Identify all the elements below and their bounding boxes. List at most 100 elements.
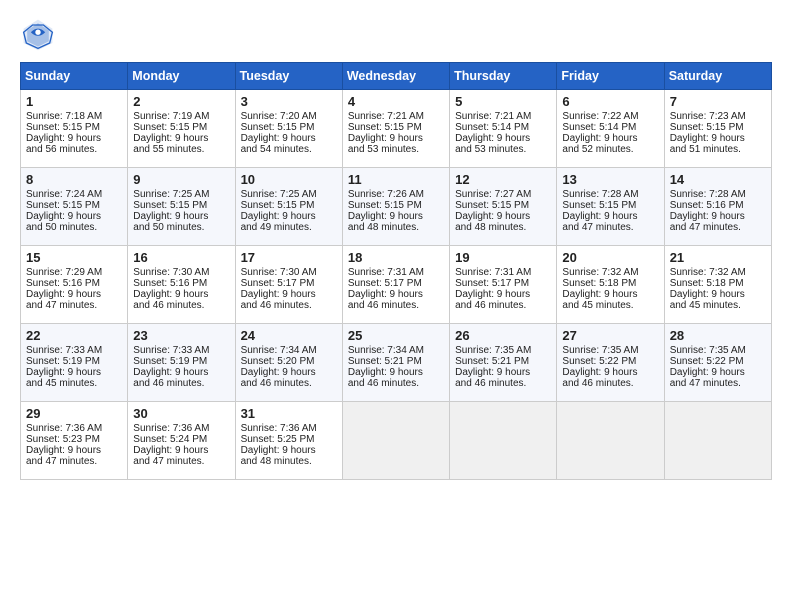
calendar-cell: 4Sunrise: 7:21 AMSunset: 5:15 PMDaylight… (342, 90, 449, 168)
calendar-cell: 22Sunrise: 7:33 AMSunset: 5:19 PMDayligh… (21, 324, 128, 402)
day-info: Sunset: 5:15 PM (562, 200, 658, 211)
day-info: Sunrise: 7:34 AM (241, 345, 337, 356)
day-info: and 45 minutes. (26, 378, 122, 389)
day-number: 17 (241, 250, 337, 265)
day-number: 23 (133, 328, 229, 343)
day-number: 16 (133, 250, 229, 265)
day-number: 27 (562, 328, 658, 343)
day-info: Sunset: 5:16 PM (26, 278, 122, 289)
day-info: Sunset: 5:15 PM (241, 122, 337, 133)
logo (20, 16, 62, 52)
day-info: Sunset: 5:22 PM (670, 356, 766, 367)
column-header-wednesday: Wednesday (342, 63, 449, 90)
day-info: Sunset: 5:17 PM (348, 278, 444, 289)
calendar-cell: 17Sunrise: 7:30 AMSunset: 5:17 PMDayligh… (235, 246, 342, 324)
day-info: and 48 minutes. (455, 222, 551, 233)
calendar-cell: 14Sunrise: 7:28 AMSunset: 5:16 PMDayligh… (664, 168, 771, 246)
day-info: Sunrise: 7:26 AM (348, 189, 444, 200)
day-info: and 48 minutes. (241, 456, 337, 467)
day-info: Sunrise: 7:23 AM (670, 111, 766, 122)
day-info: Sunset: 5:20 PM (241, 356, 337, 367)
day-info: Daylight: 9 hours (455, 211, 551, 222)
day-info: Daylight: 9 hours (562, 289, 658, 300)
day-info: Daylight: 9 hours (26, 367, 122, 378)
day-info: Daylight: 9 hours (455, 367, 551, 378)
day-info: Daylight: 9 hours (455, 289, 551, 300)
day-info: and 46 minutes. (348, 378, 444, 389)
day-info: Sunset: 5:15 PM (241, 200, 337, 211)
day-number: 1 (26, 94, 122, 109)
day-number: 2 (133, 94, 229, 109)
day-info: and 47 minutes. (133, 456, 229, 467)
day-info: and 45 minutes. (670, 300, 766, 311)
day-info: and 47 minutes. (670, 378, 766, 389)
day-number: 5 (455, 94, 551, 109)
day-info: and 46 minutes. (241, 300, 337, 311)
column-header-monday: Monday (128, 63, 235, 90)
day-number: 6 (562, 94, 658, 109)
calendar-cell (450, 402, 557, 480)
day-number: 14 (670, 172, 766, 187)
day-info: Sunrise: 7:34 AM (348, 345, 444, 356)
day-info: and 45 minutes. (562, 300, 658, 311)
calendar-cell: 2Sunrise: 7:19 AMSunset: 5:15 PMDaylight… (128, 90, 235, 168)
day-info: Sunrise: 7:18 AM (26, 111, 122, 122)
day-info: Sunset: 5:15 PM (133, 122, 229, 133)
day-number: 29 (26, 406, 122, 421)
week-row-5: 29 Sunrise: 7:36 AM Sunset: 5:23 PM Dayligh… (21, 402, 772, 480)
day-info: Daylight: 9 hours (133, 445, 229, 456)
day-number: 30 (133, 406, 229, 421)
day-info: and 55 minutes. (133, 144, 229, 155)
column-header-sunday: Sunday (21, 63, 128, 90)
calendar-cell: 13Sunrise: 7:28 AMSunset: 5:15 PMDayligh… (557, 168, 664, 246)
day-info: Daylight: 9 hours (348, 133, 444, 144)
day-info: Sunset: 5:19 PM (133, 356, 229, 367)
day-info: Daylight: 9 hours (348, 289, 444, 300)
day-info: Sunrise: 7:25 AM (241, 189, 337, 200)
calendar-header-row: SundayMondayTuesdayWednesdayThursdayFrid… (21, 63, 772, 90)
day-info: and 53 minutes. (455, 144, 551, 155)
calendar-cell: 6Sunrise: 7:22 AMSunset: 5:14 PMDaylight… (557, 90, 664, 168)
day-info: Daylight: 9 hours (133, 289, 229, 300)
day-info: and 46 minutes. (241, 378, 337, 389)
day-info: and 46 minutes. (133, 300, 229, 311)
day-number: 8 (26, 172, 122, 187)
calendar-cell: 30Sunrise: 7:36 AMSunset: 5:24 PMDayligh… (128, 402, 235, 480)
day-number: 25 (348, 328, 444, 343)
day-info: Daylight: 9 hours (241, 445, 337, 456)
day-info: and 46 minutes. (562, 378, 658, 389)
day-info: Daylight: 9 hours (670, 289, 766, 300)
day-info: Sunset: 5:15 PM (348, 122, 444, 133)
day-info: Sunrise: 7:22 AM (562, 111, 658, 122)
calendar-cell (342, 402, 449, 480)
week-row-4: 22Sunrise: 7:33 AMSunset: 5:19 PMDayligh… (21, 324, 772, 402)
day-info: Sunrise: 7:32 AM (670, 267, 766, 278)
day-info: Sunset: 5:18 PM (562, 278, 658, 289)
day-info: Sunrise: 7:21 AM (455, 111, 551, 122)
calendar-cell: 19Sunrise: 7:31 AMSunset: 5:17 PMDayligh… (450, 246, 557, 324)
calendar-cell: 28Sunrise: 7:35 AMSunset: 5:22 PMDayligh… (664, 324, 771, 402)
day-info: Daylight: 9 hours (26, 289, 122, 300)
day-number: 3 (241, 94, 337, 109)
day-info: Sunrise: 7:20 AM (241, 111, 337, 122)
calendar-table: SundayMondayTuesdayWednesdayThursdayFrid… (20, 62, 772, 480)
day-info: Sunrise: 7:24 AM (26, 189, 122, 200)
day-info: Daylight: 9 hours (348, 211, 444, 222)
day-info: Sunrise: 7:36 AM (133, 423, 229, 434)
day-info: Sunset: 5:23 PM (26, 434, 122, 445)
calendar-cell (557, 402, 664, 480)
calendar-cell: 3Sunrise: 7:20 AMSunset: 5:15 PMDaylight… (235, 90, 342, 168)
calendar-cell: 16Sunrise: 7:30 AMSunset: 5:16 PMDayligh… (128, 246, 235, 324)
day-info: Daylight: 9 hours (26, 133, 122, 144)
day-number: 11 (348, 172, 444, 187)
day-info: Daylight: 9 hours (348, 367, 444, 378)
day-info: and 52 minutes. (562, 144, 658, 155)
day-number: 31 (241, 406, 337, 421)
day-number: 19 (455, 250, 551, 265)
day-info: Sunrise: 7:27 AM (455, 189, 551, 200)
calendar-cell: 15Sunrise: 7:29 AMSunset: 5:16 PMDayligh… (21, 246, 128, 324)
logo-icon (20, 16, 56, 52)
day-info: Sunset: 5:14 PM (562, 122, 658, 133)
day-number: 22 (26, 328, 122, 343)
day-info: and 56 minutes. (26, 144, 122, 155)
